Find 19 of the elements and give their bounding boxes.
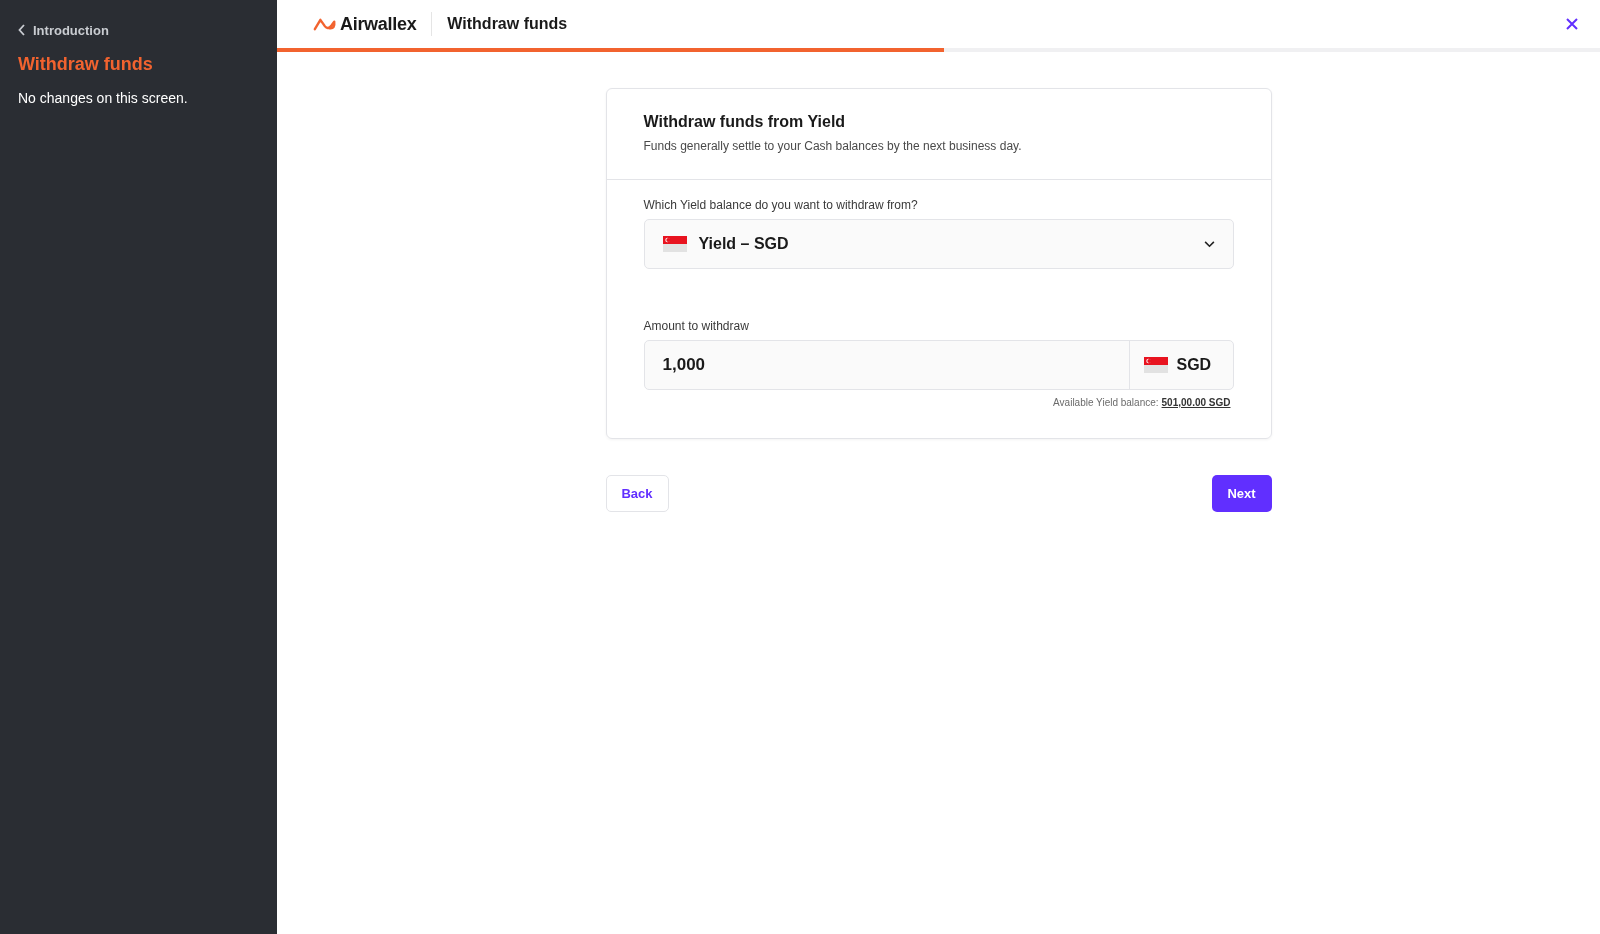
field-label: Which Yield balance do you want to withdraw from? xyxy=(643,198,919,212)
back-link[interactable]: Introduction xyxy=(18,22,109,38)
balance-dropdown[interactable]: Yield – SGD xyxy=(643,219,1234,269)
brand-name: Airwallex xyxy=(340,13,417,35)
logo-icon xyxy=(313,16,337,32)
sidebar-note: No changes on this screen. xyxy=(18,90,189,106)
card-title: Withdraw funds from Yield xyxy=(643,113,847,131)
field-label: Amount to withdraw xyxy=(643,319,750,333)
chevron-left-icon xyxy=(18,24,26,36)
back-button[interactable]: Back xyxy=(605,475,669,512)
available-balance-label: Available Yield balance: xyxy=(1053,397,1159,408)
page-title: Withdraw funds xyxy=(447,15,568,33)
sidebar-title: Withdraw funds xyxy=(18,54,154,75)
flag-icon xyxy=(662,236,687,252)
card-subtitle: Funds generally settle to your Cash balances by the next business day. xyxy=(643,139,1023,153)
next-button[interactable]: Next xyxy=(1211,475,1272,512)
chevron-down-icon xyxy=(1203,240,1215,248)
close-icon[interactable] xyxy=(1566,18,1578,30)
available-balance-link[interactable]: 501,00.00 SGD xyxy=(1161,397,1231,408)
